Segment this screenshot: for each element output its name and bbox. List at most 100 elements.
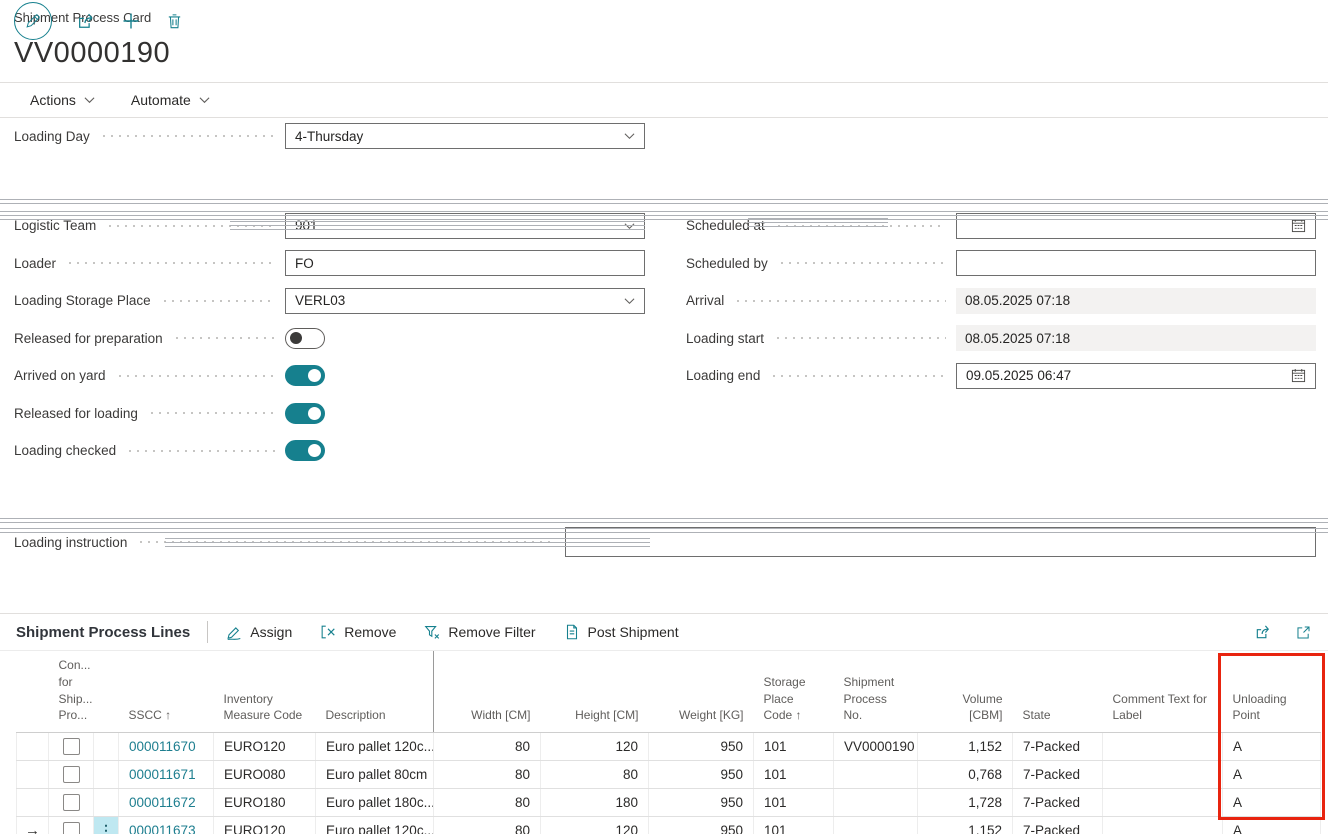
arrived-on-yard-toggle[interactable] [285,365,325,386]
released-for-loading-toggle[interactable] [285,403,325,424]
field-scheduled-by: Scheduled by [686,245,1316,283]
scheduled-at-input[interactable] [966,218,1291,233]
assign-button[interactable]: Assign [225,623,292,641]
chevron-down-icon [624,132,635,140]
weight-cell[interactable]: 950 [649,733,754,761]
post-shipment-button[interactable]: Post Shipment [563,623,679,641]
col-comment-text[interactable]: Comment Text for Label [1103,651,1223,733]
col-inventory-measure-code[interactable]: Inventory Measure Code [214,651,316,733]
comment-cell[interactable] [1103,789,1223,817]
loading-end-input[interactable] [966,368,1291,383]
weight-cell[interactable]: 950 [649,817,754,834]
inventory-measure-cell[interactable]: EURO080 [214,761,316,789]
description-cell[interactable]: Euro pallet 120c... [316,733,434,761]
col-shipment-process-no[interactable]: Shipment Process No. [834,651,918,733]
loading-day-select[interactable]: 4-Thursday [285,123,645,149]
width-cell[interactable]: 80 [434,789,541,817]
description-cell[interactable]: Euro pallet 120c... [316,817,434,834]
sscc-link[interactable]: 000011673 [129,823,196,834]
description-cell[interactable]: Euro pallet 180c... [316,789,434,817]
width-cell[interactable]: 80 [434,761,541,789]
calendar-icon[interactable] [1291,218,1306,233]
inventory-measure-cell[interactable]: EURO180 [214,789,316,817]
state-cell[interactable]: 7-Packed [1013,733,1103,761]
calendar-icon[interactable] [1291,368,1306,383]
volume-cell[interactable]: 1,728 [918,789,1013,817]
sscc-link[interactable]: 000011672 [129,795,196,810]
sscc-link[interactable]: 000011671 [129,767,196,782]
unloading-point-cell[interactable]: A [1223,789,1321,817]
storage-place-cell[interactable]: 101 [754,817,834,834]
delete-icon[interactable] [165,12,184,31]
width-cell[interactable]: 80 [434,817,541,834]
menu-actions[interactable]: Actions [30,92,95,108]
unloading-point-cell[interactable]: A [1223,733,1321,761]
col-sscc[interactable]: SSCC ↑ [119,651,214,733]
volume-cell[interactable]: 0,768 [918,761,1013,789]
state-cell[interactable]: 7-Packed [1013,789,1103,817]
field-label: Arrived on yard [14,368,106,383]
logistic-team-select[interactable]: 901 [285,213,645,239]
chevron-down-icon [624,222,635,230]
col-volume[interactable]: Volume [CBM] [918,651,1013,733]
description-cell[interactable]: Euro pallet 80cm [316,761,434,789]
inventory-measure-cell[interactable]: EURO120 [214,733,316,761]
edit-icon[interactable] [14,2,52,40]
comment-cell[interactable] [1103,761,1223,789]
loader-input[interactable] [295,256,635,271]
loading-instruction-input[interactable] [575,535,1306,550]
shipment-process-no-cell[interactable] [834,789,918,817]
row-select-checkbox[interactable] [63,738,80,755]
field-label: Loading start [686,331,764,346]
col-width[interactable]: Width [CM] [434,651,541,733]
volume-cell[interactable]: 1,152 [918,733,1013,761]
share-icon[interactable] [1254,623,1273,642]
comment-cell[interactable] [1103,817,1223,834]
unloading-point-cell[interactable]: A [1223,761,1321,789]
shipment-process-no-cell[interactable]: VV0000190 [834,733,918,761]
row-select-checkbox[interactable] [63,822,80,834]
released-for-preparation-toggle[interactable] [285,328,325,349]
row-select-checkbox[interactable] [63,794,80,811]
open-in-new-icon[interactable] [1295,624,1312,641]
storage-place-cell[interactable]: 101 [754,789,834,817]
sscc-link[interactable]: 000011670 [129,739,196,754]
col-description[interactable]: Description [316,651,434,733]
storage-place-cell[interactable]: 101 [754,761,834,789]
volume-cell[interactable]: 1,152 [918,817,1013,834]
storage-place-cell[interactable]: 101 [754,733,834,761]
row-select-checkbox[interactable] [63,766,80,783]
width-cell[interactable]: 80 [434,733,541,761]
col-weight[interactable]: Weight [KG] [649,651,754,733]
loading-storage-place-select[interactable]: VERL03 [285,288,645,314]
col-state[interactable]: State [1013,651,1103,733]
remove-filter-button[interactable]: Remove Filter [423,623,535,641]
col-storage-place-code[interactable]: Storage Place Code ↑ [754,651,834,733]
unloading-point-cell[interactable]: A [1223,817,1321,834]
height-cell[interactable]: 120 [541,733,649,761]
menu-automate[interactable]: Automate [131,92,210,108]
remove-button[interactable]: Remove [319,623,396,641]
arrival-value: 08.05.2025 07:18 [965,293,1070,308]
loading-checked-toggle[interactable] [285,440,325,461]
state-cell[interactable]: 7-Packed [1013,817,1103,834]
col-unloading-point[interactable]: Unloading Point [1223,651,1321,733]
inventory-measure-cell[interactable]: EURO120 [214,817,316,834]
assign-icon [225,623,243,641]
height-cell[interactable]: 120 [541,817,649,834]
add-icon[interactable] [121,11,141,31]
share-icon[interactable] [76,11,97,32]
col-height[interactable]: Height [CM] [541,651,649,733]
weight-cell[interactable]: 950 [649,789,754,817]
state-cell[interactable]: 7-Packed [1013,761,1103,789]
shipment-process-no-cell[interactable] [834,817,918,834]
height-cell[interactable]: 180 [541,789,649,817]
dotted-leader [778,262,946,264]
scheduled-by-input[interactable] [966,256,1306,271]
remove-icon [319,623,337,641]
comment-cell[interactable] [1103,733,1223,761]
weight-cell[interactable]: 950 [649,761,754,789]
row-menu-icon[interactable] [99,823,113,834]
shipment-process-no-cell[interactable] [834,761,918,789]
height-cell[interactable]: 80 [541,761,649,789]
